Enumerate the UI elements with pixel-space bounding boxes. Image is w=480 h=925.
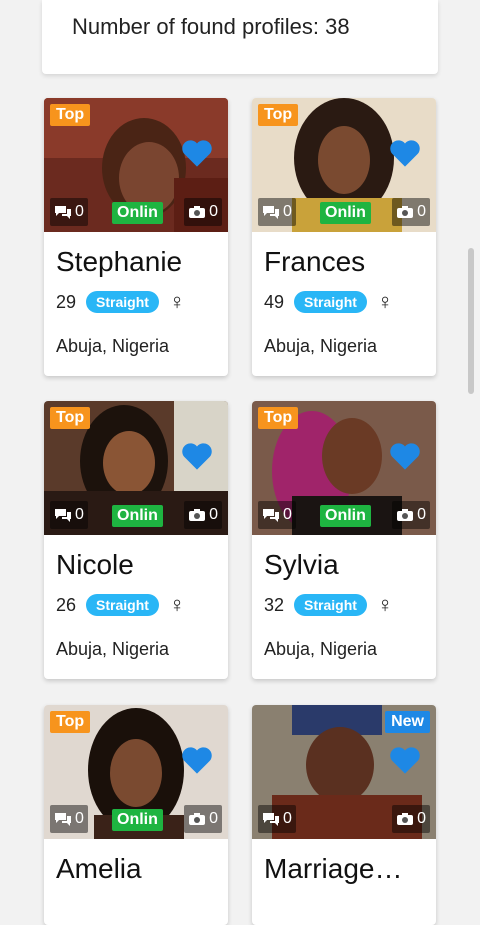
profile-meta: 49 Straight ♀ <box>264 291 393 313</box>
camera-icon <box>397 206 414 218</box>
profile-name[interactable]: Frances <box>264 246 365 278</box>
photo-count-value: 0 <box>417 203 426 220</box>
message-count: 0 <box>258 501 296 529</box>
profile-location: Abuja, Nigeria <box>264 336 378 356</box>
profile-photo[interactable]: Top 0 Onlin 0 <box>44 401 228 535</box>
photo-count-value: 0 <box>417 810 426 827</box>
female-icon: ♀ <box>168 289 186 314</box>
heart-icon[interactable] <box>180 441 214 471</box>
orientation-badge: Straight <box>294 291 367 313</box>
message-count: 0 <box>258 805 296 833</box>
orientation-badge: Straight <box>294 594 367 616</box>
female-icon: ♀ <box>376 289 394 314</box>
message-count: 0 <box>258 198 296 226</box>
message-count-value: 0 <box>283 810 292 827</box>
profile-card[interactable]: Top 0 Onlin 0 Stephanie 29 Straight ♀ Ab… <box>44 98 228 376</box>
photo-count: 0 <box>184 501 222 529</box>
top-badge: Top <box>50 711 91 733</box>
photo-count-value: 0 <box>209 810 218 827</box>
top-badge: Top <box>50 407 91 429</box>
profile-location: Abuja, Nigeria <box>56 639 170 659</box>
online-badge: Onlin <box>112 202 163 224</box>
orientation-badge: Straight <box>86 291 159 313</box>
message-count: 0 <box>50 198 88 226</box>
female-icon: ♀ <box>376 592 394 617</box>
online-badge: Onlin <box>320 505 371 527</box>
photo-count: 0 <box>392 805 430 833</box>
profile-photo[interactable]: Top 0 Onlin 0 <box>252 401 436 535</box>
new-badge: New <box>385 711 430 733</box>
profile-name[interactable]: Stephanie <box>56 246 182 278</box>
profile-photo[interactable]: Top 0 Onlin 0 <box>44 705 228 839</box>
photo-count: 0 <box>184 198 222 226</box>
profile-name[interactable]: Sylvia <box>264 549 339 581</box>
top-badge: Top <box>50 104 91 126</box>
message-count-value: 0 <box>283 203 292 220</box>
camera-icon <box>189 206 206 218</box>
message-count-value: 0 <box>75 506 84 523</box>
online-badge: Onlin <box>112 809 163 831</box>
heart-icon[interactable] <box>388 441 422 471</box>
message-count-value: 0 <box>75 203 84 220</box>
chat-icon <box>263 813 279 826</box>
profile-photo[interactable]: Top 0 Onlin 0 <box>44 98 228 232</box>
chat-icon <box>55 813 71 826</box>
camera-icon <box>189 813 206 825</box>
profile-photo[interactable]: Top 0 Onlin 0 <box>252 98 436 232</box>
photo-count: 0 <box>392 501 430 529</box>
profile-grid: Top 0 Onlin 0 Stephanie 29 Straight ♀ Ab… <box>0 0 480 925</box>
heart-icon[interactable] <box>388 745 422 775</box>
profile-age: 32 <box>264 594 285 615</box>
profile-age: 49 <box>264 291 285 312</box>
heart-icon[interactable] <box>180 138 214 168</box>
chat-icon <box>263 206 279 219</box>
profile-age: 26 <box>56 594 77 615</box>
camera-icon <box>189 509 206 521</box>
profile-age: 29 <box>56 291 77 312</box>
online-badge: Onlin <box>320 202 371 224</box>
chat-icon <box>55 206 71 219</box>
heart-icon[interactable] <box>388 138 422 168</box>
profile-meta: 32 Straight ♀ <box>264 594 393 616</box>
heart-icon[interactable] <box>180 745 214 775</box>
profile-meta: 26 Straight ♀ <box>56 594 185 616</box>
online-badge: Onlin <box>112 505 163 527</box>
photo-count-value: 0 <box>209 203 218 220</box>
message-count-value: 0 <box>75 810 84 827</box>
message-count: 0 <box>50 805 88 833</box>
female-icon: ♀ <box>168 592 186 617</box>
top-badge: Top <box>258 407 299 429</box>
profile-location: Abuja, Nigeria <box>56 336 170 356</box>
profile-card[interactable]: Top 0 Onlin 0 Sylvia 32 Straight ♀ Abuja… <box>252 401 436 679</box>
message-count: 0 <box>50 501 88 529</box>
photo-count: 0 <box>392 198 430 226</box>
profile-card[interactable]: Top 0 Onlin 0 Amelia <box>44 705 228 925</box>
top-badge: Top <box>258 104 299 126</box>
orientation-badge: Straight <box>86 594 159 616</box>
profile-photo[interactable]: New 0 0 <box>252 705 436 839</box>
photo-count-value: 0 <box>417 506 426 523</box>
profile-meta: 29 Straight ♀ <box>56 291 185 313</box>
profile-card[interactable]: Top 0 Onlin 0 Nicole 26 Straight ♀ Abuja… <box>44 401 228 679</box>
camera-icon <box>397 813 414 825</box>
chat-icon <box>263 509 279 522</box>
profile-card[interactable]: Top 0 Onlin 0 Frances 49 Straight ♀ Abuj… <box>252 98 436 376</box>
chat-icon <box>55 509 71 522</box>
profile-name[interactable]: Amelia <box>56 853 142 885</box>
profile-name[interactable]: Nicole <box>56 549 134 581</box>
message-count-value: 0 <box>283 506 292 523</box>
profile-name[interactable]: Marriage… <box>264 853 402 885</box>
photo-count: 0 <box>184 805 222 833</box>
photo-count-value: 0 <box>209 506 218 523</box>
profile-location: Abuja, Nigeria <box>264 639 378 659</box>
camera-icon <box>397 509 414 521</box>
profile-card[interactable]: New 0 0 Marriage… <box>252 705 436 925</box>
scrollbar-thumb[interactable] <box>468 248 474 394</box>
